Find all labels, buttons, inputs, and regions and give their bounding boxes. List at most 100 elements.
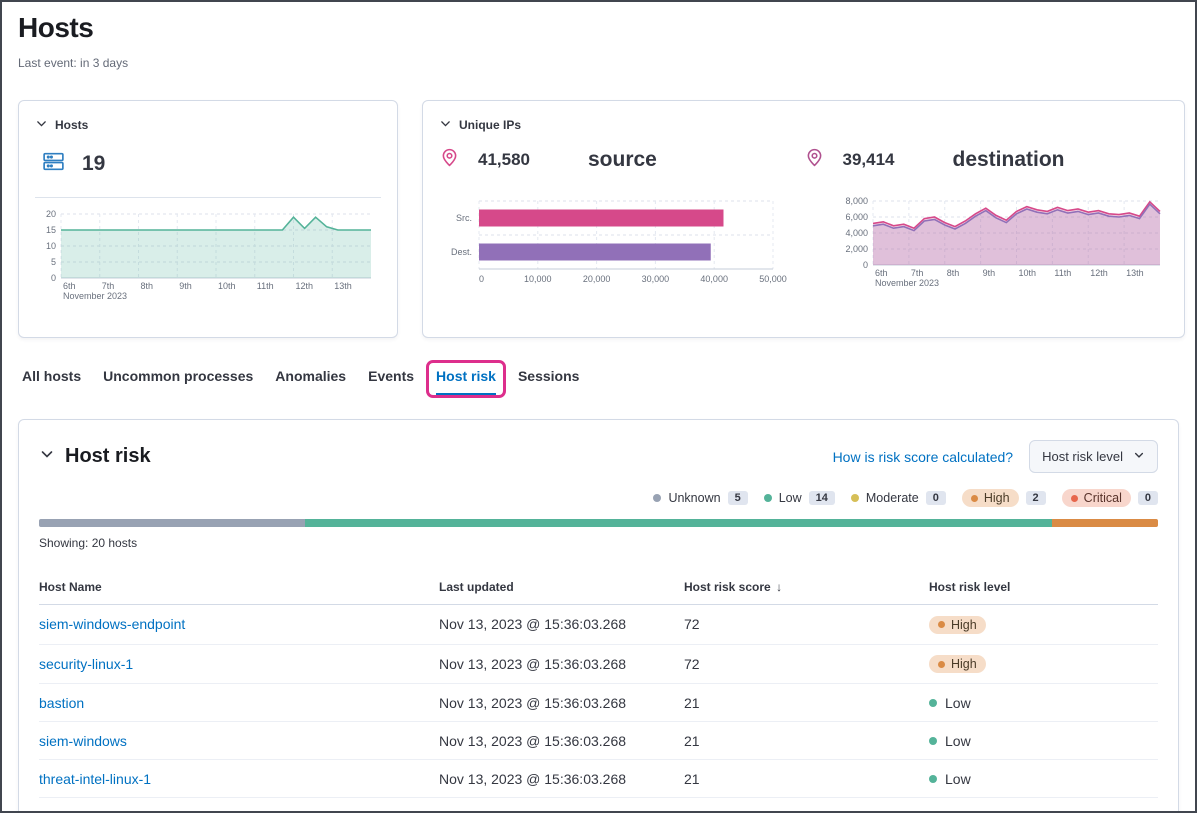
risk-score-cell: 21 bbox=[684, 760, 929, 798]
last-updated-cell: Nov 13, 2023 @ 15:36:03.268 bbox=[439, 605, 684, 645]
tab-host-risk[interactable]: Host risk bbox=[436, 368, 496, 395]
svg-text:0: 0 bbox=[863, 260, 868, 270]
hosts-kpi-panel: Hosts 19 051015206th7th8th9th10th11th12t… bbox=[18, 100, 398, 338]
distribution-segment-low bbox=[305, 519, 1051, 527]
risk-score-cell: 72 bbox=[684, 605, 929, 645]
svg-text:11th: 11th bbox=[257, 281, 274, 291]
unknown-dot-icon bbox=[653, 494, 661, 502]
unique-ips-panel-header[interactable]: Unique IPs bbox=[439, 117, 1168, 133]
svg-text:10th: 10th bbox=[218, 281, 236, 291]
risk-score-cell: 72 bbox=[684, 644, 929, 684]
tab-host-risk-wrap: Host risk bbox=[436, 368, 496, 395]
col-host-risk-score[interactable]: Host risk score ↓ bbox=[684, 572, 929, 605]
svg-text:2,000: 2,000 bbox=[845, 244, 868, 254]
table-row: security-linux-1 Nov 13, 2023 @ 15:36:03… bbox=[39, 644, 1158, 684]
col-host-risk-level[interactable]: Host risk level bbox=[929, 572, 1158, 605]
svg-text:November 2023: November 2023 bbox=[875, 278, 939, 288]
legend-item-moderate: Moderate 0 bbox=[851, 491, 946, 505]
showing-count: Showing: 20 hosts bbox=[39, 536, 1158, 550]
low-level-indicator: Low bbox=[929, 809, 971, 813]
svg-text:5: 5 bbox=[51, 257, 56, 267]
source-ips-stat: 41,580 source bbox=[439, 147, 804, 173]
risk-score-cell: 21 bbox=[684, 798, 929, 813]
svg-text:Dest.: Dest. bbox=[451, 247, 472, 257]
svg-text:11th: 11th bbox=[1054, 268, 1071, 278]
legend-item-unknown: Unknown 5 bbox=[653, 491, 747, 505]
destination-ips-count: 39,414 bbox=[843, 150, 895, 170]
svg-text:0: 0 bbox=[51, 273, 56, 283]
unique-ips-panel-title: Unique IPs bbox=[459, 118, 521, 132]
host-risk-title: Host risk bbox=[65, 445, 151, 468]
svg-text:12th: 12th bbox=[1090, 268, 1108, 278]
host-link[interactable]: threat-intel-linux-1 bbox=[39, 771, 151, 787]
last-updated-cell: Nov 13, 2023 @ 15:36:03.268 bbox=[439, 644, 684, 684]
svg-text:12th: 12th bbox=[296, 281, 314, 291]
tab-uncommon-processes[interactable]: Uncommon processes bbox=[103, 368, 253, 395]
storage-icon bbox=[41, 149, 66, 179]
critical-count-badge: 0 bbox=[1138, 491, 1158, 505]
page-title: Hosts bbox=[18, 12, 1179, 44]
risk-score-cell: 21 bbox=[684, 722, 929, 760]
svg-text:6th: 6th bbox=[63, 281, 76, 291]
host-risk-level-dropdown[interactable]: Host risk level bbox=[1029, 440, 1158, 473]
last-event-text: Last event: in 3 days bbox=[18, 56, 1179, 70]
host-link[interactable]: security-linux-1 bbox=[39, 656, 133, 672]
svg-text:0: 0 bbox=[479, 274, 484, 284]
table-row: threat-intel-linux-1 Nov 13, 2023 @ 15:3… bbox=[39, 760, 1158, 798]
map-pin-icon bbox=[804, 147, 825, 173]
host-risk-title-group[interactable]: Host risk bbox=[39, 445, 151, 468]
svg-text:13th: 13th bbox=[334, 281, 352, 291]
svg-text:13th: 13th bbox=[1126, 268, 1144, 278]
tab-all-hosts[interactable]: All hosts bbox=[22, 368, 81, 395]
svg-text:9th: 9th bbox=[179, 281, 192, 291]
host-link[interactable]: bastion bbox=[39, 695, 84, 711]
col-last-updated[interactable]: Last updated bbox=[439, 572, 684, 605]
svg-text:8,000: 8,000 bbox=[845, 196, 868, 206]
unique-ips-bar-chart: 010,00020,00030,00040,00050,000Src.Dest. bbox=[439, 193, 791, 295]
tab-anomalies[interactable]: Anomalies bbox=[275, 368, 346, 395]
host-risk-table: Host Name Last updated Host risk score ↓… bbox=[39, 572, 1158, 813]
unique-ips-area-chart: 02,0004,0006,0008,0006th7th8th9th10th11t… bbox=[831, 193, 1168, 295]
destination-ips-stat: 39,414 destination bbox=[804, 147, 1169, 173]
low-level-indicator: Low bbox=[929, 771, 971, 787]
last-updated-cell: Nov 13, 2023 @ 15:36:03.268 bbox=[439, 760, 684, 798]
col-host-name[interactable]: Host Name bbox=[39, 572, 439, 605]
risk-score-help-link[interactable]: How is risk score calculated? bbox=[833, 449, 1014, 465]
hosts-panel-title: Hosts bbox=[55, 118, 88, 132]
host-link[interactable]: es01 bbox=[39, 809, 69, 813]
tab-sessions[interactable]: Sessions bbox=[518, 368, 579, 395]
low-dot-icon bbox=[929, 699, 937, 707]
unique-ips-charts: 010,00020,00030,00040,00050,000Src.Dest.… bbox=[439, 193, 1168, 295]
chevron-down-icon bbox=[35, 117, 48, 133]
svg-text:Src.: Src. bbox=[456, 213, 472, 223]
svg-text:10th: 10th bbox=[1019, 268, 1037, 278]
svg-text:7th: 7th bbox=[911, 268, 924, 278]
hosts-panel-header[interactable]: Hosts bbox=[35, 117, 381, 133]
high-level-badge: High bbox=[962, 489, 1019, 507]
kpi-panels-row: Hosts 19 051015206th7th8th9th10th11th12t… bbox=[18, 100, 1179, 338]
low-level-indicator: Low bbox=[929, 695, 971, 711]
chevron-down-icon bbox=[439, 117, 452, 133]
host-link[interactable]: siem-windows-endpoint bbox=[39, 616, 185, 632]
low-dot-icon bbox=[764, 494, 772, 502]
high-dot-icon bbox=[938, 661, 945, 668]
critical-dot-icon bbox=[1071, 495, 1078, 502]
hosts-metric: 19 bbox=[41, 149, 381, 179]
chevron-down-icon bbox=[1133, 449, 1145, 464]
low-dot-icon bbox=[929, 737, 937, 745]
high-dot-icon bbox=[938, 621, 945, 628]
high-level-badge: High bbox=[929, 616, 986, 634]
hosts-page: Hosts Last event: in 3 days Hosts bbox=[0, 0, 1197, 813]
svg-text:10: 10 bbox=[46, 241, 56, 251]
svg-text:7th: 7th bbox=[102, 281, 115, 291]
svg-text:November 2023: November 2023 bbox=[63, 291, 127, 301]
high-level-badge: High bbox=[929, 655, 986, 673]
hosts-tabs: All hosts Uncommon processes Anomalies E… bbox=[18, 368, 1179, 395]
tab-events[interactable]: Events bbox=[368, 368, 414, 395]
last-updated-cell: Nov 13, 2023 @ 15:36:03.268 bbox=[439, 798, 684, 813]
table-row: siem-windows-endpoint Nov 13, 2023 @ 15:… bbox=[39, 605, 1158, 645]
svg-text:30,000: 30,000 bbox=[642, 274, 670, 284]
moderate-dot-icon bbox=[851, 494, 859, 502]
high-count-badge: 2 bbox=[1026, 491, 1046, 505]
host-link[interactable]: siem-windows bbox=[39, 733, 127, 749]
